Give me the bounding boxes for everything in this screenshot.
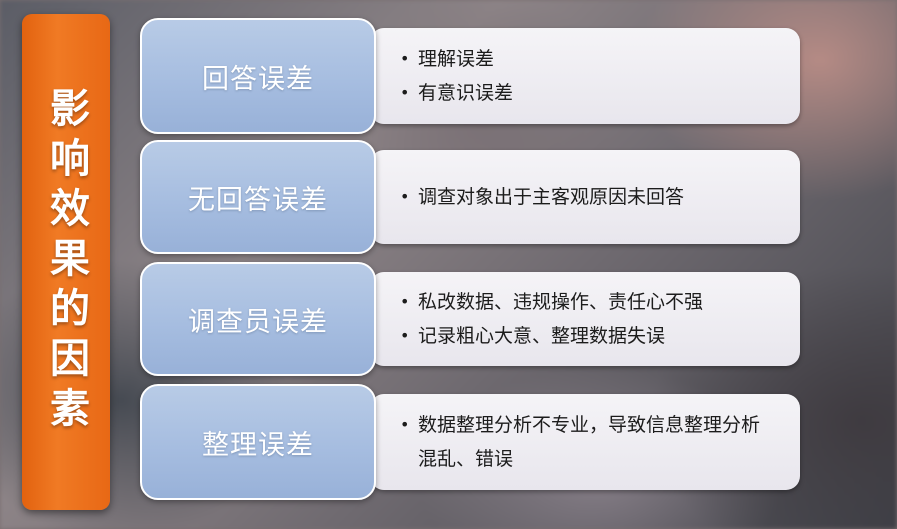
factor-label-box: 调查员误差	[140, 262, 376, 376]
factor-label: 调查员误差	[188, 306, 328, 338]
factor-row-processing-error: • 数据整理分析不专业，导致信息整理分析混乱、错误 整理误差	[140, 384, 800, 500]
title-bar: 影响效果的因素	[22, 14, 110, 510]
bullet-text: 数据整理分析不专业，导致信息整理分析混乱、错误	[418, 414, 761, 470]
bullet-text: 记录粗心大意、整理数据失误	[418, 325, 666, 347]
bullet-dot-icon: •	[400, 83, 410, 102]
bullet-dot-icon: •	[400, 187, 410, 206]
bullet-dot-icon: •	[400, 415, 410, 434]
bullet-text: 私改数据、违规操作、责任心不强	[418, 291, 704, 313]
bullet-item: • 理解误差	[400, 42, 778, 76]
bullet-item: • 数据整理分析不专业，导致信息整理分析混乱、错误	[400, 408, 778, 476]
bullet-item: • 有意识误差	[400, 76, 778, 110]
bullet-item: • 私改数据、违规操作、责任心不强	[400, 285, 778, 319]
content-box: • 调查对象出于主客观原因未回答	[370, 150, 800, 244]
slide-title: 影响效果的因素	[43, 87, 89, 437]
factor-row-interviewer-error: • 私改数据、违规操作、责任心不强 • 记录粗心大意、整理数据失误 调查员误差	[140, 262, 800, 376]
factor-row-answer-error: • 理解误差 • 有意识误差 回答误差	[140, 18, 800, 134]
content-box: • 数据整理分析不专业，导致信息整理分析混乱、错误	[370, 394, 800, 490]
bullet-dot-icon: •	[400, 49, 410, 68]
bullet-dot-icon: •	[400, 292, 410, 311]
bullet-text: 调查对象出于主客观原因未回答	[418, 186, 685, 208]
factor-row-nonresponse-error: • 调查对象出于主客观原因未回答 无回答误差	[140, 140, 800, 254]
bullet-item: • 调查对象出于主客观原因未回答	[400, 180, 778, 214]
factor-label: 整理误差	[202, 429, 314, 461]
factor-label-box: 无回答误差	[140, 140, 376, 254]
bullet-text: 有意识误差	[418, 82, 514, 104]
bullet-item: • 记录粗心大意、整理数据失误	[400, 319, 778, 353]
content-box: • 私改数据、违规操作、责任心不强 • 记录粗心大意、整理数据失误	[370, 272, 800, 366]
bullet-text: 理解误差	[418, 48, 495, 70]
factor-label-box: 回答误差	[140, 18, 376, 134]
content-box: • 理解误差 • 有意识误差	[370, 28, 800, 124]
factor-label: 回答误差	[202, 63, 314, 95]
bullet-dot-icon: •	[400, 326, 410, 345]
factor-label: 无回答误差	[188, 184, 328, 216]
factor-label-box: 整理误差	[140, 384, 376, 500]
